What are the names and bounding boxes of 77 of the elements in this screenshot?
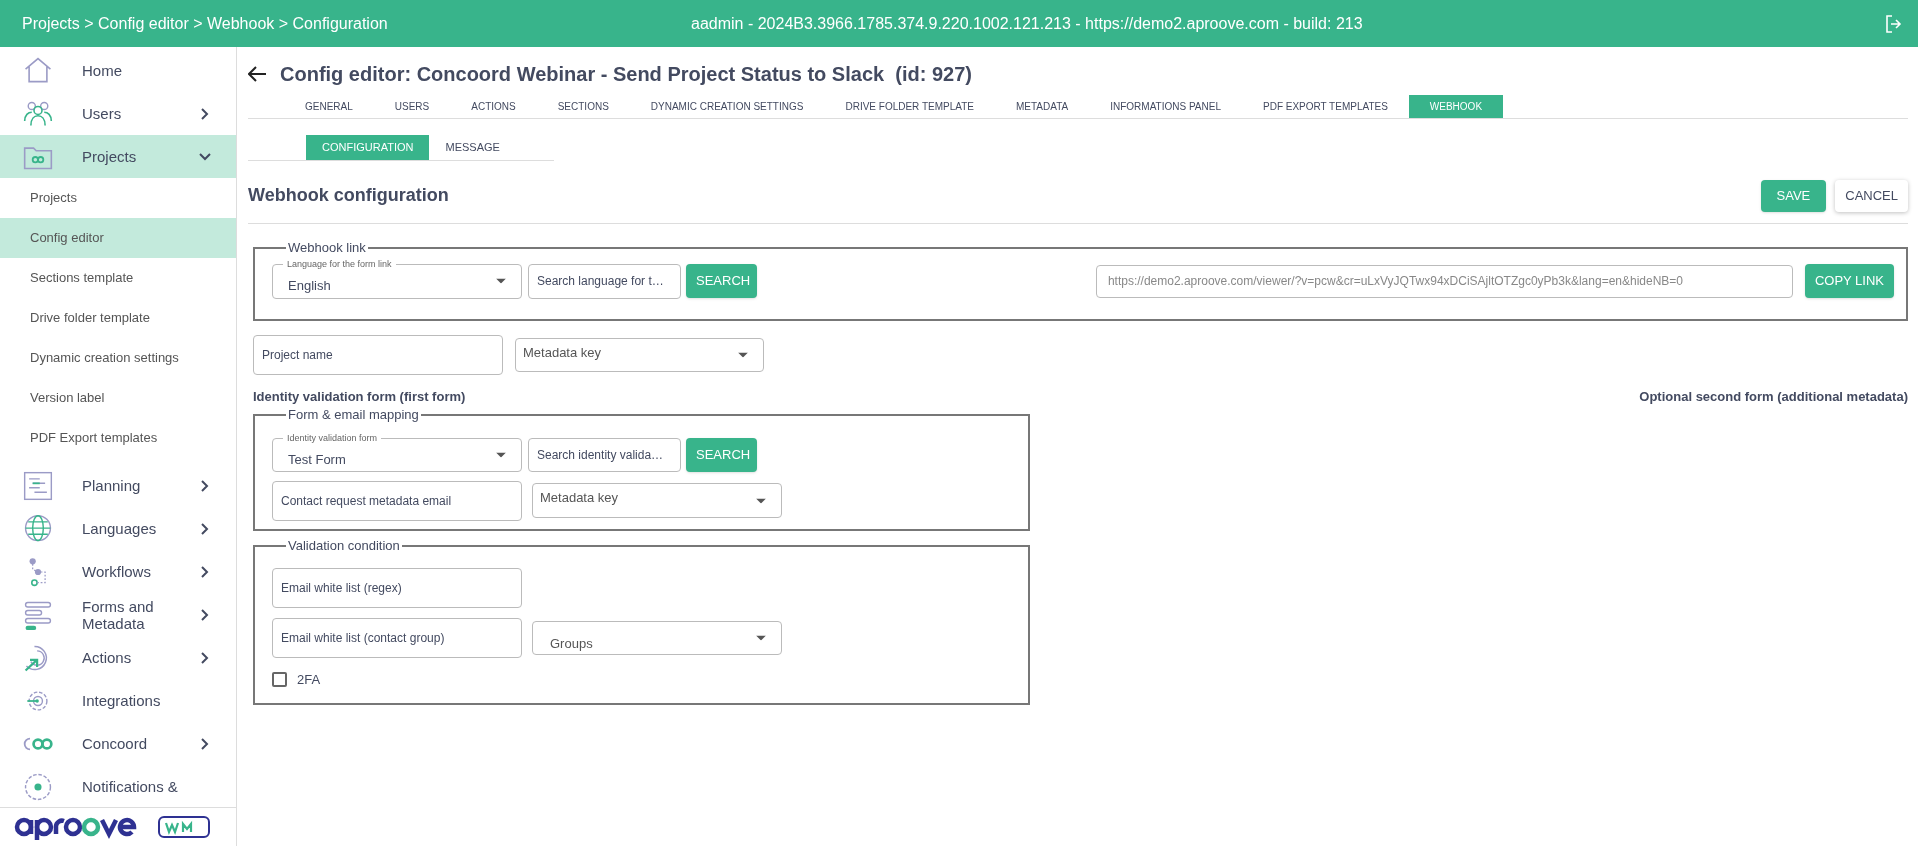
- sidebar-item-label: Home: [82, 62, 123, 79]
- sidebar-item[interactable]: Notifications &: [0, 765, 236, 807]
- dropdown-arrow-icon: [756, 498, 766, 503]
- tab[interactable]: METADATA: [995, 95, 1090, 118]
- list-icon: [22, 469, 54, 502]
- dropdown-arrow-icon: [738, 352, 748, 358]
- sidebar-item-label: Actions: [82, 649, 133, 666]
- sidebar-subitem[interactable]: Config editor: [0, 218, 236, 258]
- sidebar-item-label: Projects: [82, 148, 138, 165]
- tab[interactable]: ACTIONS: [450, 95, 537, 118]
- dropdown[interactable]: Metadata key: [515, 338, 764, 372]
- session-info: aadmin - 2024B3.3966.1785.374.9.220.1002.121.213 - https://demo2.aproove.com - build: 213: [691, 13, 1363, 34]
- panel-legend: Validation condition: [286, 536, 402, 556]
- section-title: Webhook configuration: [248, 184, 449, 207]
- dropdown-arrow-icon: [496, 452, 506, 457]
- sidebar-item[interactable]: Languages: [0, 507, 236, 550]
- logout-icon[interactable]: [1884, 13, 1904, 34]
- link-field[interactable]: https://demo2.aproove.com/viewer/?v=pcw&cr=uLxVyJQTwx94xDCiSAjltOTZgc0yPb3k&lang=en&hideNB=0: [1095, 264, 1793, 298]
- sidebar-item[interactable]: Planning: [0, 464, 236, 507]
- dropdown-label: Language for the form link: [283, 257, 396, 270]
- tab[interactable]: INFORMATIONS PANEL: [1089, 95, 1242, 118]
- sidebar-subitem[interactable]: Drive folder template: [0, 298, 236, 338]
- sidebar-item-label: Concoord: [82, 735, 149, 752]
- form-heading: Optional second form (additional metadata): [1639, 388, 1908, 405]
- tab[interactable]: GENERAL: [284, 95, 374, 118]
- panel-legend: Form & email mapping: [286, 405, 421, 425]
- tab[interactable]: SECTIONS: [536, 95, 630, 118]
- tab[interactable]: DRIVE FOLDER TEMPLATE: [824, 95, 995, 118]
- sidebar-item[interactable]: Workflows: [0, 550, 236, 593]
- sidebar-item-label: Forms and Metadata: [82, 597, 155, 632]
- sidebar-item-label: Planning: [82, 477, 142, 494]
- sidebar-item[interactable]: Forms and Metadata: [0, 593, 236, 636]
- dropdown-value: Test Form: [288, 450, 346, 469]
- dropdown-label: Groups: [550, 634, 593, 653]
- dropdown-value: English: [288, 276, 331, 295]
- dropdown-label: Metadata key: [540, 489, 619, 507]
- dropdown[interactable]: Groups: [532, 620, 782, 655]
- sidebar-item-label: Integrations: [82, 692, 162, 709]
- checkbox-label: 2FA: [297, 670, 321, 689]
- dropdown-arrow-icon: [496, 278, 506, 284]
- sidebar-subitem[interactable]: Sections template: [0, 258, 236, 298]
- tab[interactable]: MESSAGE: [429, 135, 516, 160]
- sidebar-item[interactable]: Integrations: [0, 679, 236, 722]
- sidebar-subitem[interactable]: Projects: [0, 178, 236, 218]
- dropdown-arrow-icon: [756, 635, 766, 640]
- sidebar-item-label: Languages: [82, 520, 158, 537]
- sidebar-item-label: Users: [82, 105, 123, 122]
- logo-badge-drawing: [158, 816, 210, 838]
- page-title: Config editor: Concoord Webinar - Send Project Status to Slack (id: 927): [280, 62, 972, 87]
- breadcrumb: Projects > Config editor > Webhook > Configuration: [22, 13, 388, 34]
- input-field[interactable]: Contact request metadata email: [272, 480, 522, 521]
- sidebar-item-label: Workflows: [82, 563, 152, 580]
- input-field[interactable]: Search language for t…: [528, 263, 681, 299]
- panel-legend: Webhook link: [286, 238, 368, 258]
- sidebar-item[interactable]: Projects: [0, 135, 236, 178]
- sidebar-subitem[interactable]: PDF Export templates: [0, 418, 236, 458]
- form-heading: Identity validation form (first form): [253, 388, 466, 405]
- back-arrow-icon[interactable]: [248, 66, 266, 82]
- dropdown-label: Metadata key: [523, 344, 602, 362]
- sidebar-item[interactable]: Concoord: [0, 722, 236, 765]
- dropdown[interactable]: Metadata key: [532, 483, 782, 518]
- sidebar-item[interactable]: Actions: [0, 636, 236, 679]
- tab[interactable]: PDF EXPORT TEMPLATES: [1242, 95, 1409, 118]
- tab[interactable]: DYNAMIC CREATION SETTINGS: [629, 95, 825, 118]
- input-field[interactable]: Email white list (contact group): [272, 617, 522, 658]
- sidebar-item[interactable]: Users: [0, 92, 236, 135]
- sidebar-item-label: Notifications &: [82, 778, 179, 795]
- cancel-button[interactable]: CANCEL: [1835, 180, 1908, 212]
- checkbox[interactable]: [272, 671, 287, 687]
- sidebar-subitem[interactable]: Dynamic creation settings: [0, 338, 236, 378]
- sidebar-item[interactable]: Home: [0, 49, 236, 92]
- dropdown-label: Identity validation form: [283, 431, 382, 444]
- input-field[interactable]: Project name: [253, 335, 503, 375]
- tab[interactable]: USERS: [373, 95, 451, 118]
- sidebar-subitem[interactable]: Version label: [0, 378, 236, 418]
- input-field[interactable]: Email white list (regex): [272, 567, 522, 608]
- input-field[interactable]: Search identity valida…: [528, 437, 681, 472]
